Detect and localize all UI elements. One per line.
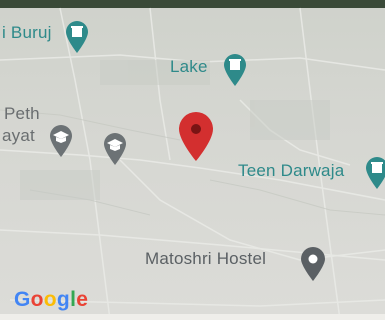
place-label-buruj: i Buruj — [2, 23, 52, 42]
bottom-edge — [0, 314, 385, 320]
logo-letter: g — [56, 288, 71, 311]
monument-icon[interactable] — [364, 156, 385, 190]
logo-letter: G — [14, 288, 31, 311]
red-location-pin-icon[interactable] — [176, 111, 216, 163]
logo-letter: o — [43, 288, 57, 311]
map-view[interactable]: i Buruj Lake Peth ayat Teen Darwaja Mato… — [0, 0, 385, 320]
school-icon[interactable] — [48, 124, 74, 158]
logo-letter: o — [30, 288, 44, 311]
place-label-matoshri-hostel: Matoshri Hostel — [145, 249, 267, 268]
place-label-lake: Lake — [170, 57, 208, 76]
school-icon[interactable] — [102, 132, 128, 166]
location-pin-icon[interactable] — [299, 246, 327, 282]
monument-icon[interactable] — [64, 20, 90, 54]
logo-letter: e — [76, 288, 89, 311]
place-label-peth: Peth — [4, 104, 40, 123]
place-label-ayat: ayat — [2, 126, 35, 145]
google-logo: Google — [14, 288, 88, 312]
monument-icon[interactable] — [222, 53, 248, 87]
place-label-teen-darwaja: Teen Darwaja — [238, 161, 345, 180]
